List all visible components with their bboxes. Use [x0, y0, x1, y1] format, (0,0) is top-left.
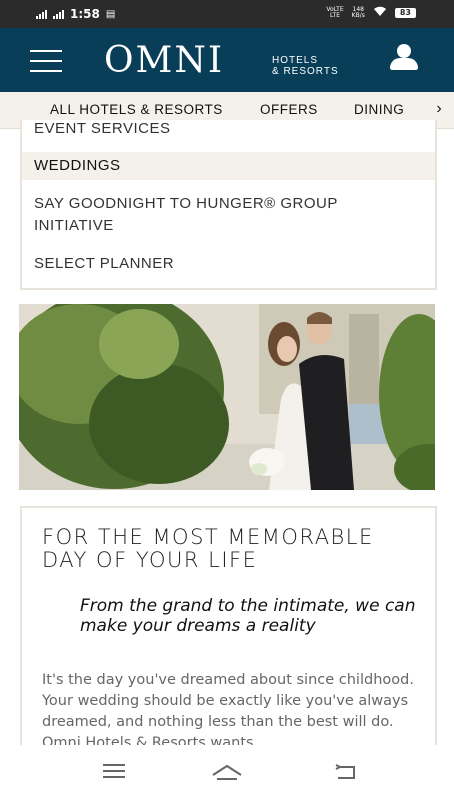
status-right: VoLTE LTE 148 KB/s 83 — [326, 6, 416, 19]
submenu-list: EVENT SERVICES WEDDINGS SAY GOODNIGHT TO… — [20, 120, 437, 290]
back-icon[interactable] — [334, 763, 358, 786]
recent-apps-icon[interactable] — [103, 763, 125, 784]
status-bar: 1:58 ▤ VoLTE LTE 148 KB/s 83 — [0, 0, 454, 28]
logo-wordmark: OMNI — [104, 40, 225, 81]
notification-icon: ▤ — [105, 8, 116, 20]
submenu-item-goodnight-hunger[interactable]: SAY GOODNIGHT TO HUNGER® GROUP — [34, 195, 338, 212]
account-user-icon[interactable] — [388, 44, 420, 72]
signal-icon — [36, 9, 47, 19]
nav-item-dining[interactable]: DINING — [354, 102, 404, 117]
feature-title: FOR THE MOST MEMORABLE DAY OF YOUR LIFE — [42, 525, 374, 572]
submenu-item-weddings[interactable]: WEDDINGS — [34, 157, 121, 174]
feature-body: It's the day you've dreamed about since … — [42, 672, 414, 751]
status-left: 1:58 ▤ — [36, 7, 115, 21]
wedding-feature-card: FOR THE MOST MEMORABLE DAY OF YOUR LIFE … — [20, 506, 437, 770]
hamburger-menu-icon[interactable] — [30, 50, 62, 72]
submenu-item-event-services[interactable]: EVENT SERVICES — [34, 120, 171, 137]
volte-indicator: VoLTE LTE — [326, 5, 344, 19]
wedding-hero-image — [19, 304, 435, 490]
nav-item-all-hotels[interactable]: ALL HOTELS & RESORTS — [50, 102, 223, 117]
logo-subtitle: HOTELS & RESORTS — [272, 55, 339, 77]
nav-item-offers[interactable]: OFFERS — [260, 102, 318, 117]
app-header: OMNI HOTELS & RESORTS — [0, 28, 454, 92]
feature-subtitle: From the grand to the intimate, we can m… — [80, 596, 416, 636]
submenu-item-select-planner[interactable]: SELECT PLANNER — [34, 255, 174, 272]
omni-logo[interactable]: OMNI HOTELS & RESORTS — [104, 40, 338, 81]
battery-icon: 83 — [394, 7, 416, 18]
submenu-item-goodnight-hunger-cont[interactable]: INITIATIVE — [34, 217, 114, 234]
network-speed: 148 KB/s — [351, 5, 365, 19]
home-icon[interactable] — [211, 763, 243, 786]
wifi-icon — [373, 6, 387, 19]
clock: 1:58 — [70, 7, 100, 21]
android-nav-bar — [0, 745, 454, 800]
signal-icon-2 — [53, 9, 64, 19]
